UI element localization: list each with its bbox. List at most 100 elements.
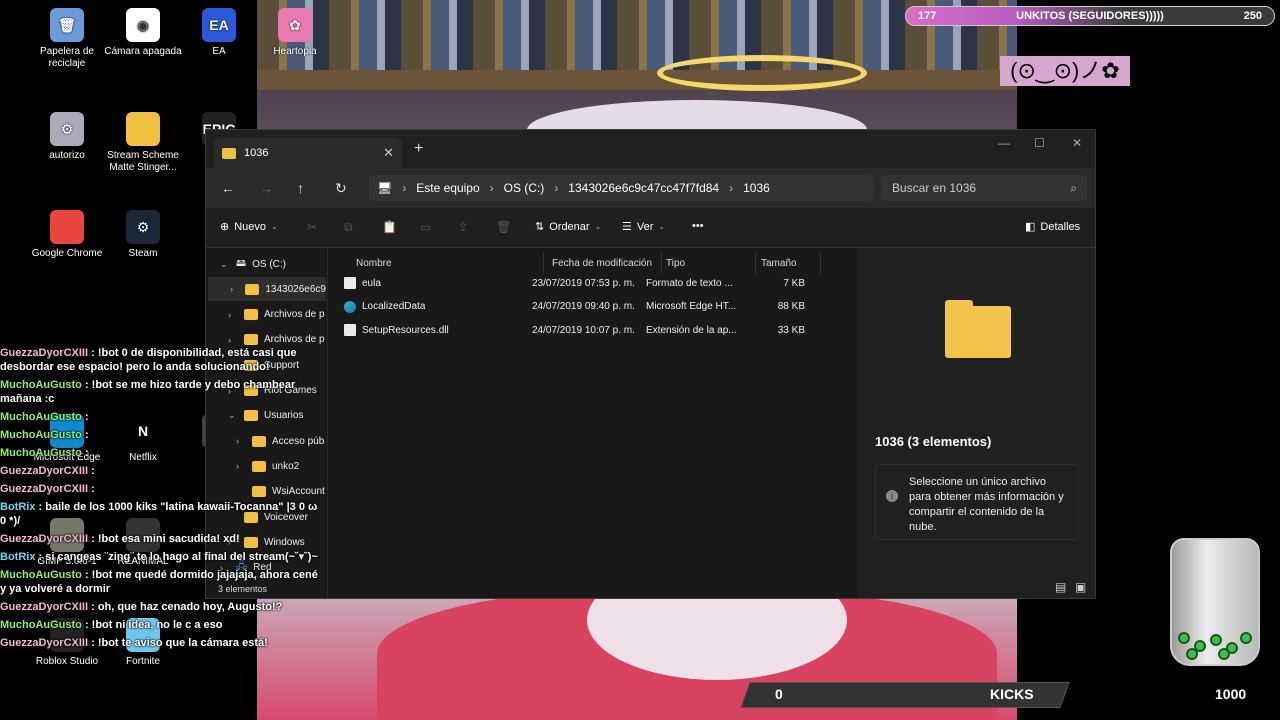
- file-name: SetupResources.dll: [362, 324, 449, 336]
- chat-message: GuezzaDyorCXIII : !bot esa mini sacudida…: [0, 532, 320, 546]
- folder-icon: [222, 147, 236, 159]
- info-icon: i: [886, 490, 898, 502]
- computer-icon: 🖥: [377, 181, 393, 195]
- chat-username[interactable]: GuezzaDyorCXIII: [0, 601, 88, 613]
- app-icon: ◉: [126, 8, 160, 42]
- share-icon[interactable]: ⇪: [458, 220, 468, 234]
- column-header-name[interactable]: Nombre: [352, 252, 544, 274]
- chat-username[interactable]: GuezzaDyorCXIII: [0, 637, 88, 649]
- explorer-body: ⌄ 🖴 OS (C:) › 1343026e6c9 › Archivos de p › Arch…: [206, 248, 1095, 598]
- breadcrumb-item[interactable]: 1036: [743, 181, 770, 195]
- chat-text: :: [84, 429, 89, 441]
- chat-username[interactable]: BotRix: [0, 501, 35, 513]
- forward-icon[interactable]: →: [259, 180, 273, 196]
- breadcrumb-item[interactable]: 1343026e6c9c47cc47f7fd84: [568, 181, 719, 195]
- details-title: 1036 (3 elementos): [875, 434, 992, 449]
- column-header-date[interactable]: Fecha de modificación: [548, 252, 662, 274]
- chat-username[interactable]: MuchoAuGusto: [0, 447, 82, 459]
- desktop-icon-label: Heartopia: [273, 46, 317, 57]
- desktop-icon[interactable]: Google Chrome: [27, 210, 107, 260]
- halo: [657, 55, 867, 91]
- chat-username[interactable]: MuchoAuGusto: [0, 619, 82, 631]
- chat-username[interactable]: GuezzaDyorCXIII: [0, 483, 88, 495]
- desktop-icon[interactable]: Stream Scheme Matte Stinger...: [103, 112, 183, 174]
- chat-message: GuezzaDyorCXIII :: [0, 482, 320, 496]
- desktop-icon-label: Roblox Studio: [35, 656, 99, 667]
- close-window-icon[interactable]: ✕: [1072, 136, 1082, 150]
- refresh-icon[interactable]: ↻: [335, 180, 347, 197]
- app-icon: 🗑: [50, 8, 84, 42]
- close-tab-icon[interactable]: ✕: [383, 145, 394, 161]
- desktop-icon[interactable]: ⚙ autorizo: [27, 112, 107, 162]
- title-bar: 1036 ✕ + — ☐ ✕: [206, 130, 1095, 168]
- more-options-button[interactable]: •••: [692, 220, 704, 232]
- copy-icon[interactable]: ⧉: [344, 220, 353, 235]
- folder-icon: [245, 283, 260, 295]
- chat-username[interactable]: GuezzaDyorCXIII: [0, 347, 88, 359]
- desktop-icon[interactable]: ✿ Heartopia: [255, 8, 335, 58]
- nav-item[interactable]: ⌄ 🖴 OS (C:): [206, 252, 286, 276]
- chat-text: :: [91, 483, 95, 495]
- maximize-icon[interactable]: ☐: [1034, 136, 1045, 150]
- column-header-type[interactable]: Tipo: [662, 252, 756, 274]
- chat-username[interactable]: MuchoAuGusto: [0, 411, 82, 423]
- cut-icon[interactable]: ✂: [307, 220, 317, 234]
- new-button[interactable]: ⊕ Nuevo ⌄: [220, 220, 278, 234]
- drive-icon: 🖴: [236, 257, 247, 269]
- file-row[interactable]: LocalizedData 24/07/2019 09:40 p. m. Micro…: [344, 296, 844, 318]
- chevron-down-icon: ⌄: [271, 222, 278, 231]
- details-button[interactable]: ◧ Detalles: [1025, 220, 1080, 234]
- new-tab-button[interactable]: +: [414, 140, 423, 158]
- chat-message: BotRix : si cangeas ¨zing¨ te lo hago al…: [0, 550, 320, 564]
- delete-icon[interactable]: 🗑: [496, 220, 511, 234]
- chat-message: MuchoAuGusto :: [0, 446, 320, 460]
- chat-username[interactable]: MuchoAuGusto: [0, 429, 82, 441]
- tab-1036[interactable]: 1036 ✕: [214, 138, 402, 168]
- back-icon[interactable]: ←: [221, 180, 235, 196]
- chat-username[interactable]: BotRix: [0, 551, 35, 563]
- chevron-icon[interactable]: ›: [228, 335, 238, 345]
- desktop-icon[interactable]: EA EA: [179, 8, 259, 58]
- breadcrumb-item[interactable]: Este equipo: [416, 181, 479, 195]
- chat-text: :: [84, 447, 89, 459]
- chat-username[interactable]: GuezzaDyorCXIII: [0, 533, 88, 545]
- nav-item-label: Archivos de p: [264, 334, 325, 346]
- sort-button[interactable]: ⇅ Ordenar ⌄: [535, 220, 601, 234]
- paste-icon[interactable]: 📋: [382, 220, 397, 234]
- tiles-view-icon[interactable]: ▣: [1075, 580, 1086, 594]
- file-explorer-window: 1036 ✕ + — ☐ ✕ ← → ↑ ↻ 🖥 › Este equipo ›…: [205, 129, 1096, 599]
- chevron-icon[interactable]: ›: [230, 284, 239, 294]
- rename-icon[interactable]: ▭: [420, 220, 431, 234]
- minimize-icon[interactable]: —: [998, 136, 1010, 150]
- desktop-icon[interactable]: 🗑 Papelera de reciclaje: [27, 8, 107, 70]
- chat-username[interactable]: GuezzaDyorCXIII: [0, 465, 88, 477]
- nav-item[interactable]: › 1343026e6c9: [208, 277, 326, 302]
- nav-item[interactable]: › Archivos de p: [206, 303, 325, 327]
- chat-message: MuchoAuGusto :: [0, 428, 320, 442]
- bookshelf: [257, 0, 1017, 70]
- file-row[interactable]: eula 23/07/2019 07:53 p. m. Formato de tex…: [344, 272, 844, 294]
- edge-file-icon: [344, 300, 356, 313]
- breadcrumb-item[interactable]: OS (C:): [504, 181, 545, 195]
- address-bar[interactable]: 🖥 › Este equipo › OS (C:) › 1343026e6c9c…: [369, 175, 874, 201]
- column-header-size[interactable]: Tamaño: [757, 252, 821, 274]
- desktop-icon-label: Stream Scheme Matte Stinger...: [107, 150, 179, 173]
- desktop-icon-label: Cámara apagada: [104, 46, 182, 57]
- file-row[interactable]: SetupResources.dll 24/07/2019 10:07 p. m.…: [344, 319, 844, 341]
- chevron-icon[interactable]: ⌄: [220, 259, 230, 270]
- chevron-icon[interactable]: ›: [228, 310, 238, 320]
- file-type: Microsoft Edge HT...: [646, 301, 737, 312]
- chat-username[interactable]: MuchoAuGusto: [0, 379, 82, 391]
- desktop-icon[interactable]: ◉ Cámara apagada: [103, 8, 183, 58]
- folder-icon: [244, 334, 258, 346]
- chat-message: MuchoAuGusto : !bot se me hizo tarde y d…: [0, 378, 320, 406]
- app-icon: EA: [202, 8, 236, 42]
- details-view-icon[interactable]: ▤: [1055, 580, 1066, 594]
- search-input[interactable]: Buscar en 1036 ⌕: [882, 175, 1087, 201]
- up-icon[interactable]: ↑: [297, 180, 304, 196]
- desktop-icon[interactable]: ⚙ Steam: [103, 210, 183, 260]
- chat-text: :: [84, 411, 89, 423]
- chat-username[interactable]: MuchoAuGusto: [0, 569, 82, 581]
- chat-text: : !bot te aviso que la cámara está!: [91, 637, 268, 649]
- view-button[interactable]: ☰ Ver ⌄: [622, 220, 665, 234]
